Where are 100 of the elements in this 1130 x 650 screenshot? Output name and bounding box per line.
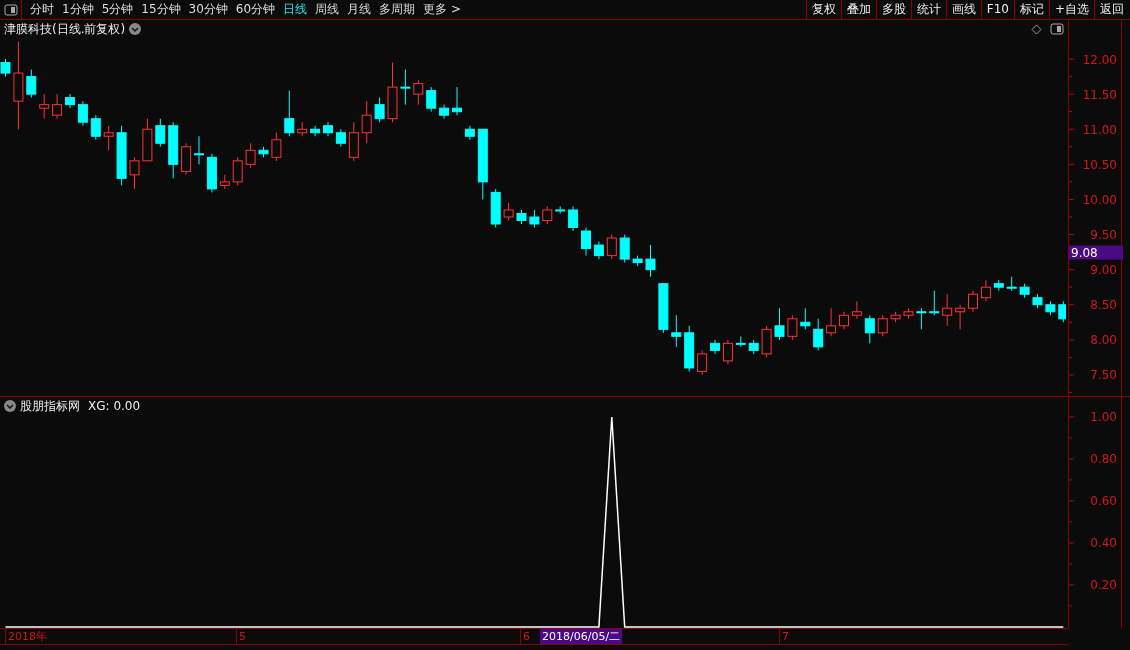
candlestick xyxy=(439,104,450,120)
candlestick xyxy=(826,307,837,337)
period-tab[interactable]: 5分钟 xyxy=(97,0,138,19)
axis-label: 12.00 xyxy=(1082,52,1117,67)
candlestick xyxy=(77,100,88,127)
candlestick xyxy=(606,234,617,260)
toolbar-button[interactable]: +自选 xyxy=(1048,0,1094,19)
candlestick xyxy=(168,121,179,179)
period-tab[interactable]: 日线 xyxy=(279,0,312,19)
indicator-reading: : 0.00 xyxy=(105,398,141,415)
axis-label: 7.50 xyxy=(1090,368,1117,383)
date-label: 5 xyxy=(236,629,248,644)
candlestick xyxy=(232,156,243,186)
candlestick xyxy=(916,307,927,330)
toolbar-button[interactable]: 统计 xyxy=(910,0,946,19)
candlestick xyxy=(903,307,914,320)
toolbar-button[interactable]: 标记 xyxy=(1013,0,1049,19)
candlestick xyxy=(735,335,746,348)
toolbar-button[interactable]: 复权 xyxy=(805,0,841,19)
candlestick xyxy=(116,125,127,186)
candlestick xyxy=(968,290,978,313)
toolbar-button[interactable]: 多股 xyxy=(875,0,911,19)
candlestick xyxy=(348,121,359,162)
candlestick xyxy=(155,118,166,148)
axis-label: 11.50 xyxy=(1082,87,1117,102)
current-price-tag xyxy=(1069,245,1123,260)
candlestick xyxy=(787,314,798,341)
candlestick xyxy=(245,142,256,169)
candlestick xyxy=(39,93,50,120)
candlestick xyxy=(1019,283,1030,299)
period-tab[interactable]: 1分钟 xyxy=(58,0,98,19)
period-tab[interactable]: 15分钟 xyxy=(137,0,185,19)
axis-label: 0.60 xyxy=(1090,494,1117,509)
panel-toggle-icon[interactable] xyxy=(1050,23,1064,35)
candlestick xyxy=(748,339,759,355)
toolbar-button[interactable]: 返回 xyxy=(1094,0,1129,19)
period-tab[interactable]: 周线 xyxy=(311,0,344,19)
candlestick xyxy=(529,209,540,228)
candlestick xyxy=(1032,293,1043,309)
series-name: XG xyxy=(88,398,106,415)
candlestick xyxy=(684,325,695,372)
axis-label: 9.50 xyxy=(1090,228,1117,243)
axis-label: 11.00 xyxy=(1082,122,1117,137)
candlestick xyxy=(103,125,114,151)
candlestick xyxy=(271,132,282,162)
period-tab[interactable]: 分时 xyxy=(26,0,58,19)
candlestick xyxy=(980,279,991,302)
candlestick xyxy=(568,205,579,232)
candlestick xyxy=(1006,276,1017,292)
candlestick xyxy=(258,146,269,158)
candlestick xyxy=(697,349,708,376)
candlestick xyxy=(361,100,372,144)
axis-label: 0.80 xyxy=(1090,452,1117,467)
candlestick xyxy=(671,314,682,348)
candlestick xyxy=(335,128,346,148)
dropdown-icon[interactable] xyxy=(4,400,16,412)
toolbar-button[interactable]: 叠加 xyxy=(840,0,876,19)
candlestick xyxy=(710,339,720,355)
period-tab[interactable]: 60分钟 xyxy=(231,0,280,19)
dropdown-icon[interactable] xyxy=(129,23,142,35)
candlestick xyxy=(851,300,862,320)
candlestick xyxy=(761,325,772,358)
candlestick xyxy=(503,202,514,221)
candlestick xyxy=(194,135,204,165)
current-price: 9.08 xyxy=(1071,246,1098,261)
candlestick xyxy=(477,128,488,200)
candlestick xyxy=(542,205,553,225)
candlestick xyxy=(929,290,940,316)
axis-label: 10.50 xyxy=(1082,157,1117,172)
candlestick xyxy=(722,339,733,365)
candlestick xyxy=(658,283,669,334)
candlestick xyxy=(645,244,656,278)
candlestick xyxy=(1045,300,1056,316)
toolbar-button[interactable]: F10 xyxy=(980,0,1014,19)
indicator-name: 股朋指标网 xyxy=(20,398,80,415)
candlestick xyxy=(52,93,63,120)
axis-label: 1.00 xyxy=(1090,410,1117,425)
candlestick xyxy=(0,58,11,78)
candlestick xyxy=(284,90,295,137)
panel-toggle-icon[interactable] xyxy=(3,3,18,16)
candlestick xyxy=(387,62,398,123)
candlestick xyxy=(555,205,566,214)
period-tab[interactable]: 更多 > xyxy=(419,0,465,19)
toolbar-button[interactable]: 画线 xyxy=(945,0,981,19)
axis-label: 8.50 xyxy=(1090,298,1117,313)
axis-label: 10.00 xyxy=(1082,192,1117,207)
candlestick xyxy=(490,188,501,228)
candlestick xyxy=(65,93,75,109)
axis-label: 8.00 xyxy=(1090,333,1117,348)
period-tab[interactable]: 多周期 xyxy=(375,0,420,19)
period-tab[interactable]: 月线 xyxy=(343,0,376,19)
candlestick xyxy=(206,153,217,193)
candlestick xyxy=(452,86,462,116)
candlestick xyxy=(993,279,1004,292)
axis-label: 9.00 xyxy=(1090,263,1117,278)
candlestick xyxy=(90,114,101,141)
period-tab[interactable]: 30分钟 xyxy=(184,0,232,19)
candlestick xyxy=(26,69,37,99)
candlestick xyxy=(464,125,475,141)
diamond-icon[interactable] xyxy=(1031,23,1042,35)
